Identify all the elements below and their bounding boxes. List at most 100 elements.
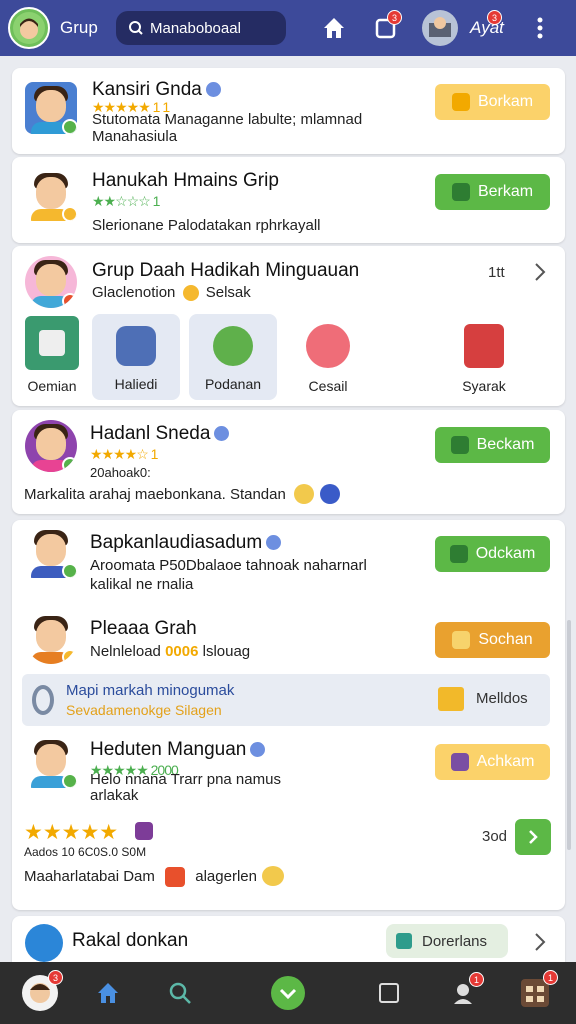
notifications-button[interactable]: 3 <box>366 8 406 48</box>
join-button-label: Borkam <box>477 93 534 110</box>
avatar <box>25 169 77 221</box>
join-button[interactable]: Achkam <box>435 744 550 780</box>
join-button[interactable]: Sochan <box>435 622 550 658</box>
footer-text: Maaharlatabai Dam alagerlen <box>24 867 257 887</box>
group-name: Rakal donkan <box>72 930 189 951</box>
group-avatar[interactable] <box>8 7 50 49</box>
category-item[interactable]: Haliedi <box>92 314 180 400</box>
search-tab[interactable] <box>159 972 201 1014</box>
trophy-icon <box>464 324 504 368</box>
avatar <box>25 256 77 308</box>
action-chip[interactable]: Dorerlans <box>386 924 508 958</box>
apps-tab[interactable]: 1 <box>514 970 558 1014</box>
join-button-label: Beckam <box>476 436 535 453</box>
plant-icon <box>396 933 412 949</box>
home-tab[interactable] <box>87 972 129 1014</box>
coin-icon <box>451 93 470 111</box>
verified-icon <box>214 426 230 442</box>
join-button-label: Sochan <box>478 631 533 648</box>
category-item[interactable]: Oemian <box>14 316 90 394</box>
bottom-nav: 3 1 1 <box>0 962 576 1024</box>
banner-action-label[interactable]: Melldos <box>476 690 528 707</box>
arrow-forward-icon <box>529 830 538 844</box>
join-button[interactable]: Berkam <box>435 174 550 210</box>
search-icon <box>169 982 191 1004</box>
app-title: Grup <box>60 18 98 37</box>
avatar-face-icon <box>13 12 45 44</box>
verified-icon <box>266 535 282 551</box>
category-label: Podanan <box>204 376 262 392</box>
group-description: Stutomata Managanne labulte; mlamnad <box>92 111 363 128</box>
square-icon <box>379 983 399 1003</box>
chevron-right-icon[interactable] <box>534 932 546 957</box>
group-card-3[interactable]: Grup Daah Hadikah Minguauan Glaclenotion… <box>12 246 565 406</box>
online-badge-icon <box>62 773 77 788</box>
user-badge: 3 <box>487 10 502 25</box>
coin-icon <box>182 285 199 302</box>
more-options-button[interactable] <box>520 8 560 48</box>
pin-user-tab[interactable]: 1 <box>442 972 484 1014</box>
group-card-4[interactable]: Hadanl Sneda ★★★★☆ 1 20ahoak0: Markalita… <box>12 410 565 514</box>
rating-stars-large: ★★★★★ <box>24 821 119 844</box>
notification-badge: 3 <box>387 10 402 25</box>
home-button[interactable] <box>314 8 354 48</box>
user-profile-button[interactable] <box>420 8 460 48</box>
group-card-2[interactable]: Hanukah Hmains Grip ★★☆☆☆ 1 Slerionane P… <box>12 157 565 243</box>
group-description: Glaclenotion Selsak <box>92 284 251 302</box>
stats-text: Aados 10 6C0S.0 S0M <box>24 845 147 859</box>
square-icon <box>449 545 468 563</box>
category-label: Cesail <box>308 378 348 394</box>
search-icon <box>129 21 143 35</box>
coin-badge-icon <box>62 649 77 664</box>
join-button[interactable]: Odckam <box>435 536 550 572</box>
box-icon <box>438 687 464 711</box>
status-badge-icon <box>62 293 77 308</box>
coin-badge-icon <box>62 206 77 221</box>
avatar <box>25 82 77 134</box>
pin-user-badge: 1 <box>469 972 484 987</box>
group-description: Nelnleload 0006 lslouag <box>90 643 251 660</box>
search-value: Manaboboaal <box>150 19 241 37</box>
group-name: Hanukah Hmains Grip <box>92 170 279 191</box>
join-button-label: Berkam <box>477 183 534 200</box>
category-label: Oemian <box>27 378 77 394</box>
group-description: Helo nnana Trarr pna namus <box>90 771 281 788</box>
highlight-value: 0006 <box>165 643 199 660</box>
search-input[interactable]: Manaboboaal <box>116 11 286 45</box>
treasure-icon <box>306 324 350 368</box>
link-icon <box>135 822 153 840</box>
avatar <box>25 612 77 664</box>
bag-icon <box>450 753 469 771</box>
group-description-line2: Manahasiula <box>92 128 178 145</box>
group-description-line2: kalikal ne rnalia <box>90 576 194 593</box>
chevron-right-icon[interactable] <box>534 262 546 287</box>
group-name: Hadanl Sneda <box>90 423 230 445</box>
group-name: Grup Daah Hadikah Minguauan <box>92 260 360 281</box>
ticket-icon <box>451 183 470 201</box>
group-list-panel: Bapkanlaudiasadum Aroomata P50Dbalaoe ta… <box>12 520 565 910</box>
category-item[interactable]: Podanan <box>189 314 277 400</box>
flame-icon <box>165 867 186 887</box>
forward-button[interactable] <box>515 819 551 855</box>
join-button[interactable]: Borkam <box>435 84 550 120</box>
join-button-label: Achkam <box>476 753 535 770</box>
category-item[interactable]: Syarak <box>440 314 528 394</box>
promo-banner[interactable]: Mapi markah minogumak Sevadamenokge Sila… <box>22 674 550 726</box>
sparkle-icon <box>262 866 284 886</box>
category-item[interactable]: Cesail <box>284 314 372 394</box>
group-description: Slerionane Palodatakan rphrkayall <box>92 217 321 234</box>
center-action-tab[interactable] <box>267 972 309 1014</box>
profile-badge: 3 <box>48 970 63 985</box>
banner-title: Mapi markah minogumak <box>66 682 235 699</box>
chat-group-icon <box>25 924 63 962</box>
square-tab[interactable] <box>368 972 410 1014</box>
group-card-10[interactable]: Rakal donkan Dorerlans <box>12 916 565 962</box>
profile-tab[interactable]: 3 <box>19 970 63 1014</box>
verified-icon <box>205 82 221 98</box>
online-badge-icon <box>62 457 77 472</box>
apps-badge: 1 <box>543 970 558 985</box>
scrollbar[interactable] <box>567 620 571 850</box>
group-card-1[interactable]: Kansiri Gnda ★★★★★ 1 1 Stutomata Managan… <box>12 68 565 154</box>
verified-icon <box>250 742 266 758</box>
join-button[interactable]: Beckam <box>435 427 550 463</box>
